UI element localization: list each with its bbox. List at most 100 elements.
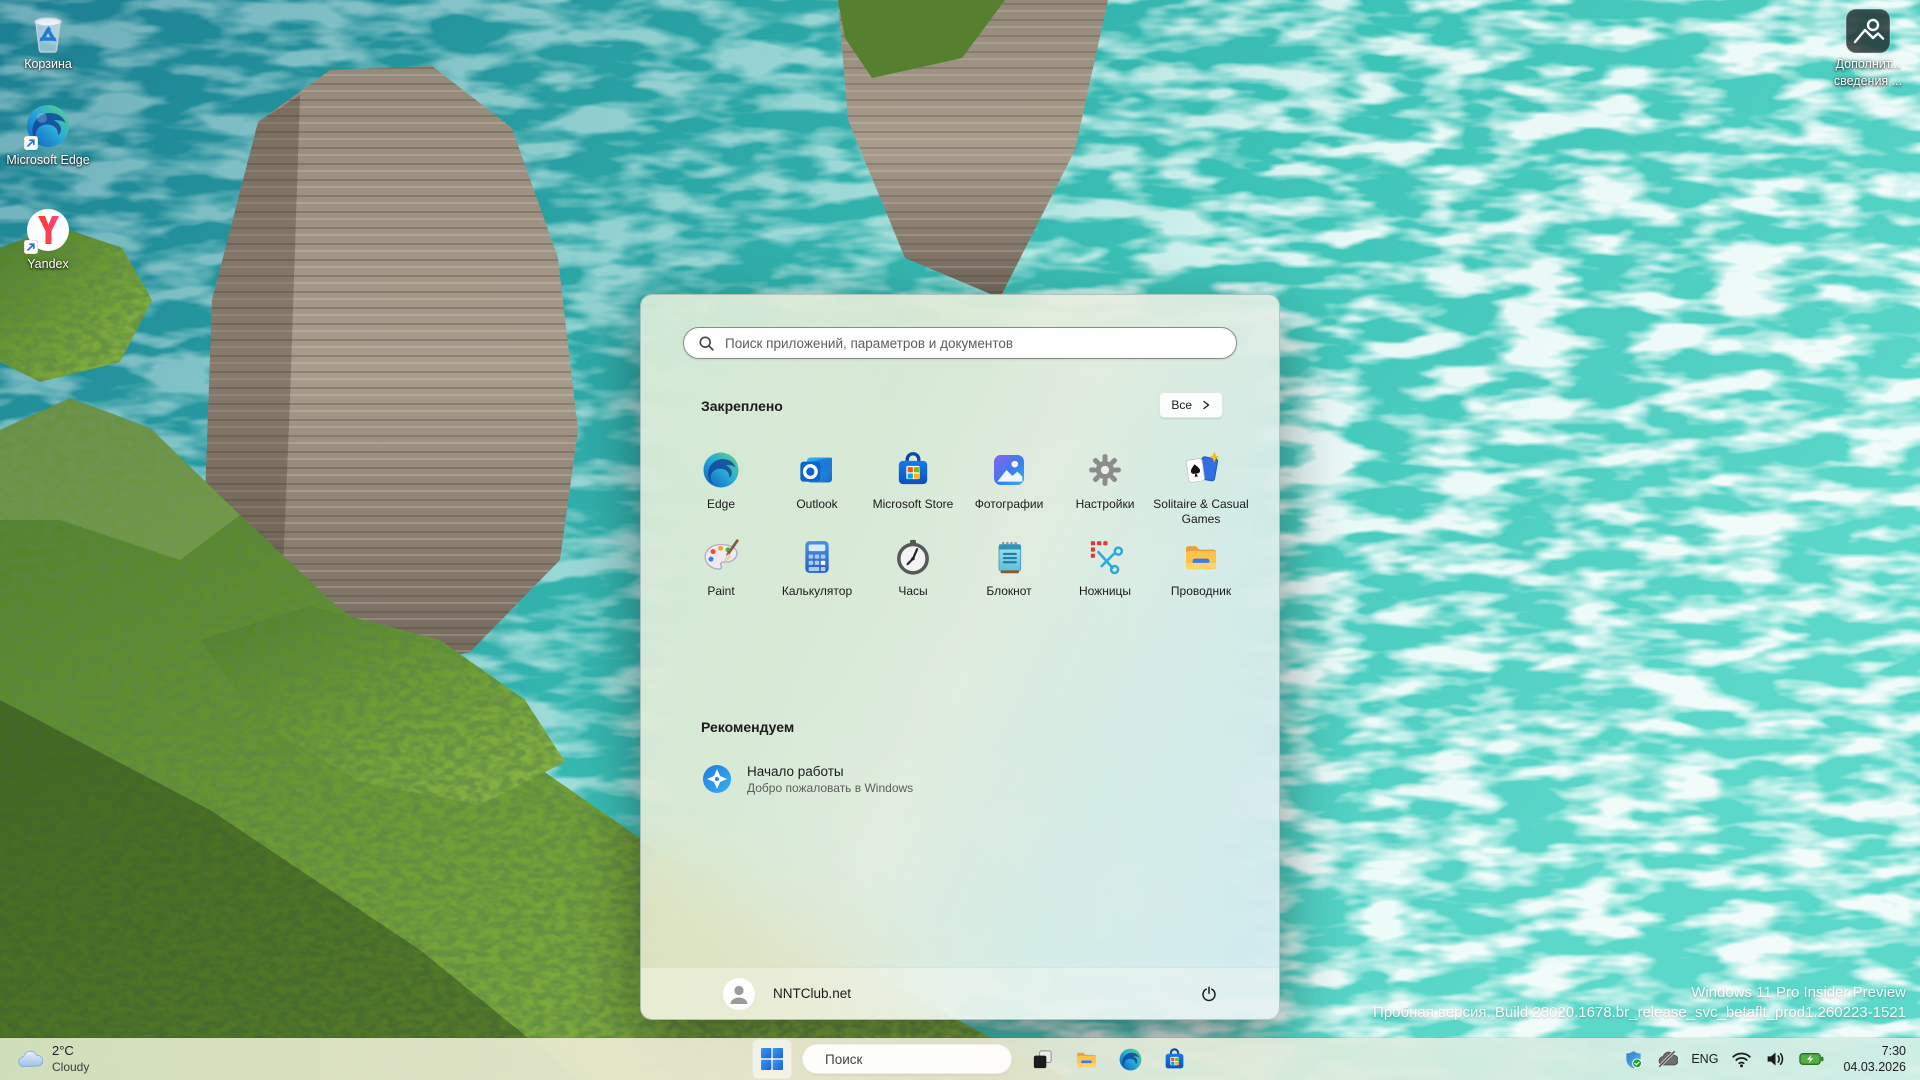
yandex-icon	[24, 206, 72, 254]
snipping-tool-app-icon	[1090, 541, 1124, 575]
pinned-app-label: Outlook	[796, 497, 838, 511]
power-icon	[1202, 986, 1216, 1002]
file-explorer-button[interactable]	[1066, 1039, 1106, 1079]
clock-date: 04.03.2026	[1843, 1060, 1906, 1074]
weather-temp: 2°C	[52, 1043, 74, 1059]
shortcut-arrow-icon	[24, 136, 38, 150]
pinned-app-label: Настройки	[1075, 497, 1135, 511]
notepad-app-icon	[998, 541, 1022, 574]
spotlight-image-icon	[1845, 8, 1891, 54]
desktop-icon-label: Microsoft Edge	[6, 153, 90, 167]
edge-icon	[24, 102, 72, 150]
windows-logo-icon	[761, 1048, 783, 1070]
start-search-box[interactable]	[683, 327, 1237, 359]
start-menu: Закреплено Все Edge	[640, 294, 1280, 1020]
clock-time: 7:30	[1881, 1043, 1906, 1058]
file-explorer-app-icon	[1186, 546, 1216, 570]
insider-watermark: Windows 11 Pro Insider Preview Пробная в…	[1373, 983, 1906, 1024]
battery-charging-icon	[1799, 1053, 1824, 1065]
user-profile-button[interactable]: NNTClub.net	[713, 973, 861, 1015]
pinned-app-notepad[interactable]: Блокнот	[961, 528, 1057, 615]
outlook-app-icon	[800, 457, 832, 483]
desktop-icon-spotlight-info[interactable]: Дополнит... сведения ...	[1822, 8, 1914, 89]
watermark-line2: Пробная версия. Build 28020.1678.br_rele…	[1373, 1003, 1906, 1021]
battery-tray-button[interactable]	[1799, 1051, 1824, 1067]
desktop-icon-yandex[interactable]: Yandex	[6, 206, 90, 273]
speaker-icon	[1768, 1052, 1784, 1066]
language-indicator[interactable]: ENG	[1691, 1052, 1718, 1066]
spotlight-label-line2: сведения ...	[1833, 73, 1903, 88]
pinned-app-calculator[interactable]: Калькулятор	[769, 528, 865, 615]
system-tray: ENG 7:30 04.03.2026	[1624, 1038, 1912, 1080]
taskbar-search-input[interactable]	[825, 1051, 1002, 1067]
clock-app-icon	[897, 539, 929, 575]
paint-app-icon	[704, 539, 739, 570]
photos-app-icon	[994, 455, 1024, 485]
recommended-item-get-started[interactable]: Начало работы Добро пожаловать в Windows	[685, 750, 985, 808]
task-view-button[interactable]	[1022, 1039, 1062, 1079]
user-avatar	[723, 977, 755, 1010]
desktop-icon-label: Корзина	[24, 57, 72, 71]
search-icon	[699, 335, 714, 351]
pinned-app-label: Solitaire & Casual Games	[1153, 497, 1249, 526]
edge-app-icon	[703, 452, 739, 488]
wifi-tray-button[interactable]	[1731, 1050, 1752, 1068]
taskbar-center	[752, 1039, 1194, 1079]
chevron-right-icon	[1203, 400, 1210, 410]
pinned-app-file-explorer[interactable]: Проводник	[1153, 528, 1249, 615]
store-icon	[1165, 1047, 1183, 1068]
store-app-icon	[898, 452, 928, 485]
volume-tray-button[interactable]	[1765, 1050, 1786, 1068]
all-button-label: Все	[1171, 398, 1192, 412]
windows-security-tray-button[interactable]	[1624, 1049, 1643, 1069]
recommended-section-title: Рекомендуем	[701, 719, 795, 735]
pinned-app-label: Блокнот	[986, 584, 1032, 598]
pinned-app-label: Проводник	[1170, 584, 1232, 598]
cloud-slash-icon	[1658, 1050, 1679, 1068]
pinned-app-edge[interactable]: Edge	[673, 441, 769, 528]
pinned-app-clock[interactable]: Часы	[865, 528, 961, 615]
pinned-app-settings[interactable]: Настройки	[1057, 441, 1153, 528]
weather-condition: Cloudy	[52, 1059, 90, 1074]
wifi-icon	[1732, 1052, 1752, 1068]
taskbar: 2°C Cloudy Поиск ENG 7:30 04.03.2026	[0, 1038, 1920, 1080]
microsoft-store-button[interactable]	[1154, 1039, 1194, 1079]
get-started-app-icon	[703, 765, 731, 793]
desktop-icon-label: Yandex	[27, 257, 69, 271]
taskbar-search-box[interactable]	[802, 1044, 1012, 1074]
pinned-app-photos[interactable]: Фотографии	[961, 441, 1057, 528]
cloudy-weather-icon	[18, 1050, 43, 1068]
start-button[interactable]	[752, 1039, 792, 1079]
recycle-bin-icon	[24, 6, 72, 54]
shortcut-arrow-icon	[24, 240, 38, 254]
recommended-item-title: Начало работы	[747, 763, 844, 779]
pinned-app-outlook[interactable]: Outlook	[769, 441, 865, 528]
settings-gear-icon	[1089, 454, 1121, 486]
edge-taskbar-button[interactable]	[1110, 1039, 1150, 1079]
pinned-app-label: Ножницы	[1078, 584, 1132, 598]
pinned-app-snipping-tool[interactable]: Ножницы	[1057, 528, 1153, 615]
user-name: NNTClub.net	[773, 986, 852, 1001]
task-view-icon	[1033, 1049, 1052, 1068]
desktop-icon-microsoft-edge[interactable]: Microsoft Edge	[6, 102, 90, 169]
start-search-input[interactable]	[725, 335, 1222, 351]
pinned-app-label: Paint	[707, 584, 735, 598]
pinned-all-button[interactable]: Все	[1159, 392, 1223, 418]
start-menu-footer: NNTClub.net	[641, 967, 1279, 1019]
desktop: Корзина Microsoft Edge Yandex Дополнит..…	[0, 0, 1920, 1080]
pinned-section-title: Закреплено	[701, 398, 783, 414]
pinned-app-label: Калькулятор	[781, 584, 853, 598]
weather-widget-button[interactable]: 2°C Cloudy	[6, 1038, 99, 1080]
solitaire-app-icon	[1185, 451, 1220, 483]
pinned-app-label: Microsoft Store	[872, 497, 954, 511]
pinned-app-microsoft-store[interactable]: Microsoft Store	[865, 441, 961, 528]
pinned-apps-grid: Edge Outlook Microsoft Store Фотографии …	[673, 441, 1249, 615]
pinned-app-paint[interactable]: Paint	[673, 528, 769, 615]
desktop-icon-recycle-bin[interactable]: Корзина	[6, 6, 90, 73]
recommended-item-subtitle: Добро пожаловать в Windows	[747, 780, 914, 795]
onedrive-tray-button[interactable]	[1656, 1049, 1679, 1069]
power-button[interactable]	[1189, 974, 1229, 1014]
pinned-app-solitaire[interactable]: Solitaire & Casual Games	[1153, 441, 1249, 528]
watermark-line1: Windows 11 Pro Insider Preview	[1691, 983, 1906, 1001]
clock-tray-button[interactable]: 7:30 04.03.2026	[1837, 1039, 1912, 1080]
